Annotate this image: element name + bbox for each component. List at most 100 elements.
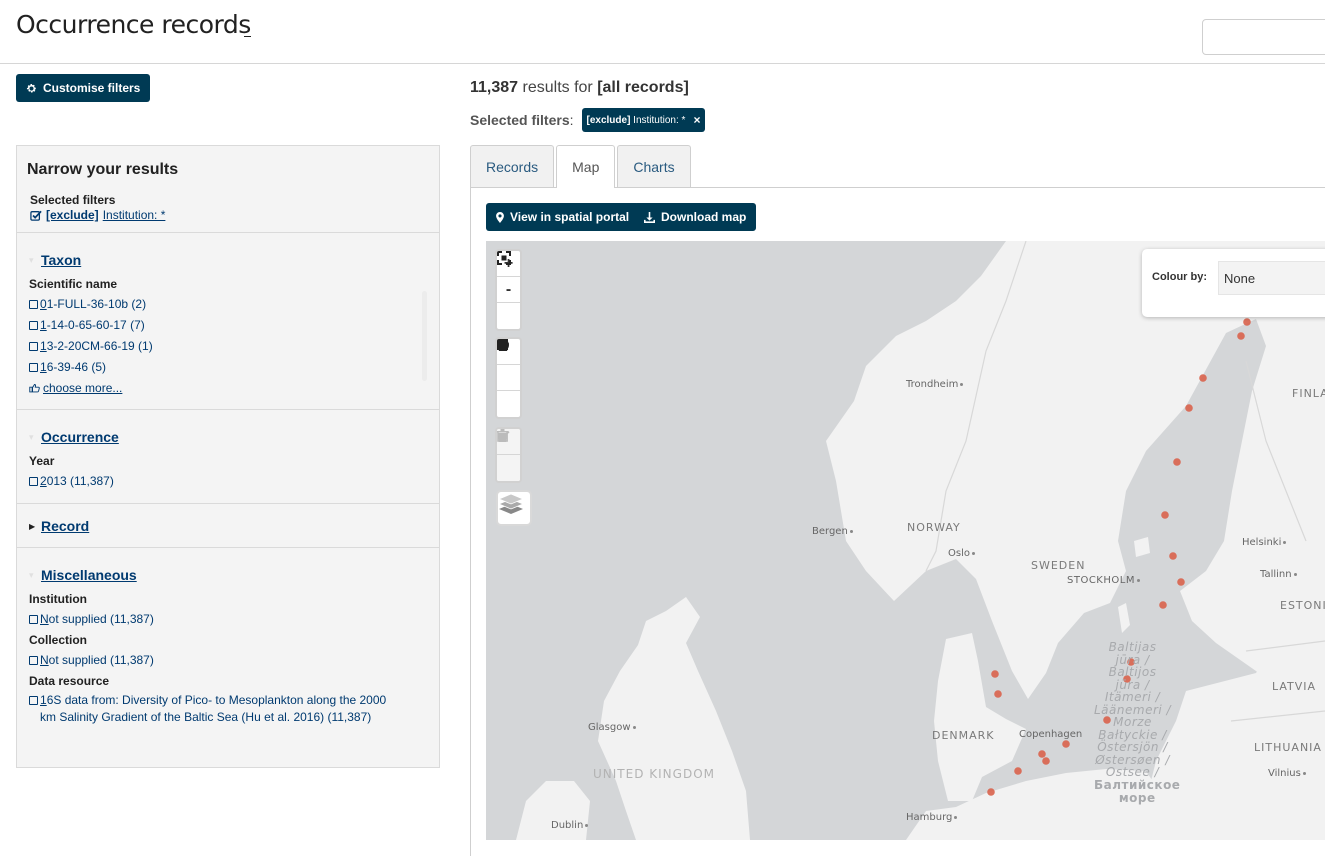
- facet-label-data-resource: Data resource: [29, 674, 110, 688]
- selected-filter-link[interactable]: [exclude] Institution: *: [30, 208, 429, 222]
- filter-chip-exclude: [exclude]: [586, 114, 631, 126]
- remove-filter-icon[interactable]: ×: [693, 113, 700, 127]
- filter-chip[interactable]: [exclude] Institution: * ×: [581, 108, 706, 132]
- draw-rectangle-button[interactable]: [497, 339, 520, 391]
- colour-by-select[interactable]: None: [1218, 261, 1325, 295]
- checkbox-icon[interactable]: [29, 615, 38, 624]
- facet-item-scientific-name[interactable]: 13-2-20CM-66-19 (1): [29, 338, 427, 355]
- results-count: 11,387: [470, 79, 519, 96]
- download-icon: [644, 211, 655, 223]
- checkbox-icon[interactable]: [29, 477, 38, 486]
- checkbox-icon[interactable]: [29, 342, 38, 351]
- occurrence-point[interactable]: [1062, 740, 1070, 748]
- facet-header-taxon[interactable]: ▾ Taxon: [29, 233, 427, 273]
- narrow-panel-title: Narrow your results: [27, 161, 179, 178]
- facet-section-miscellaneous: ▾ Miscellaneous Institution Not supplied…: [17, 548, 439, 726]
- occurrence-point[interactable]: [1161, 511, 1169, 519]
- occurrence-point[interactable]: [1185, 404, 1193, 412]
- facet-item-text: 3-2-20CM-66-19 (1): [46, 339, 153, 353]
- results-query: [all records]: [597, 79, 689, 96]
- checkbox-icon[interactable]: [29, 363, 38, 372]
- checkbox-icon[interactable]: [29, 696, 38, 705]
- results-summary: 11,387 results for [all records]: [470, 79, 689, 97]
- circle-icon: [497, 339, 509, 351]
- facet-header-occurrence[interactable]: ▾ Occurrence: [29, 410, 427, 450]
- occurrence-point[interactable]: [1173, 458, 1181, 466]
- checkbox-icon[interactable]: [29, 321, 38, 330]
- facet-header-miscellaneous[interactable]: ▾ Miscellaneous: [29, 548, 427, 588]
- delete-layers-button[interactable]: [497, 429, 520, 481]
- occurrence-point[interactable]: [1014, 767, 1022, 775]
- facet-item-scientific-name[interactable]: 16-39-46 (5): [29, 359, 427, 376]
- occurrence-point[interactable]: [991, 670, 999, 678]
- occurrence-point[interactable]: [1199, 374, 1207, 382]
- zoom-controls: + -: [495, 249, 522, 331]
- facet-section-taxon: ▾ Taxon Scientific name 01-FULL-36-10b (…: [17, 233, 439, 410]
- choose-more-link[interactable]: choose more...: [29, 381, 427, 395]
- content-left-border: [470, 187, 471, 856]
- map-label-dublin: Dublin: [551, 820, 589, 831]
- fullscreen-button[interactable]: [497, 251, 520, 329]
- occurrence-point[interactable]: [1159, 601, 1167, 609]
- map-label-baltic-sea: Baltijas jūra / Baltijos jūra / Itämeri …: [1094, 640, 1172, 779]
- view-spatial-portal-button[interactable]: View in spatial portal: [486, 203, 640, 231]
- facet-label-collection: Collection: [29, 633, 88, 647]
- facet-item-scientific-name[interactable]: 1-14-0-65-60-17 (7): [29, 317, 427, 334]
- occurrence-point[interactable]: [994, 690, 1002, 698]
- facet-item-institution[interactable]: Not supplied (11,387): [29, 611, 427, 628]
- map-label-estonia: ESTONI: [1280, 599, 1325, 612]
- occurrence-point[interactable]: [1169, 552, 1177, 560]
- map-label-oslo: Oslo: [948, 548, 975, 559]
- download-map-label: Download map: [661, 210, 747, 224]
- facet-item-initial: 1: [40, 318, 47, 332]
- layers-button[interactable]: [496, 490, 532, 526]
- tab-charts[interactable]: Charts: [617, 145, 691, 187]
- facet-item-collection[interactable]: Not supplied (11,387): [29, 652, 427, 669]
- facet-label-year: Year: [29, 454, 55, 468]
- occurrence-map[interactable]: Trondheim Bergen Oslo NORWAY SWEDEN STOC…: [486, 241, 1325, 840]
- header-divider: [0, 63, 1325, 64]
- occurrence-point[interactable]: [987, 788, 995, 796]
- map-label-hamburg: Hamburg: [906, 812, 958, 823]
- results-tabs: Records Map Charts: [470, 145, 691, 188]
- colour-by-control: Colour by: None: [1142, 249, 1325, 317]
- draw-controls: [495, 337, 522, 419]
- tab-map[interactable]: Map: [556, 145, 616, 188]
- occurrence-point[interactable]: [1042, 757, 1050, 765]
- facet-item-year[interactable]: 2013 (11,387): [29, 473, 427, 490]
- customise-filters-button[interactable]: Customise filters: [16, 74, 151, 102]
- occurrence-point[interactable]: [1177, 578, 1185, 586]
- selected-filters-title: Selected filters: [470, 112, 570, 128]
- facet-label-institution: Institution: [29, 592, 87, 606]
- zoom-out-button[interactable]: -: [497, 277, 520, 303]
- checkbox-icon[interactable]: [29, 656, 38, 665]
- checkbox-icon[interactable]: [29, 300, 38, 309]
- facet-item-initial: N: [40, 653, 49, 667]
- facet-section-record: ▶ Record: [17, 504, 439, 548]
- facet-item-text: -14-0-65-60-17 (7): [46, 318, 145, 332]
- map-label-norway: NORWAY: [907, 521, 961, 534]
- facet-scrollbar[interactable]: [422, 291, 427, 381]
- facet-header-record[interactable]: ▶ Record: [29, 504, 427, 534]
- facet-item-data-resource[interactable]: 16S data from: Diversity of Pico- to Mes…: [29, 692, 389, 726]
- filter-chip-text: Institution: *: [630, 114, 686, 126]
- facet-item-initial: 0: [40, 297, 47, 311]
- facet-title-record: Record: [41, 518, 90, 534]
- header-search-input[interactable]: [1202, 19, 1325, 55]
- occurrence-point[interactable]: [1243, 318, 1251, 326]
- map-marker-icon: [496, 211, 504, 223]
- caret-down-icon: ▾: [29, 569, 34, 580]
- map-label-lithuania: LITHUANIA: [1254, 741, 1322, 754]
- map-label-copenhagen: Copenhagen: [1019, 729, 1083, 740]
- facet-item-scientific-name[interactable]: 01-FULL-36-10b (2): [29, 296, 427, 313]
- facet-item-initial: 2: [40, 474, 47, 488]
- draw-circle-button[interactable]: [497, 339, 520, 417]
- occurrence-point[interactable]: [1237, 332, 1245, 340]
- occurrence-point[interactable]: [1038, 750, 1046, 758]
- download-map-button[interactable]: Download map: [634, 203, 757, 231]
- facet-title-taxon: Taxon: [41, 252, 82, 268]
- selected-filters-bar: Selected filters: [exclude] Institution:…: [470, 108, 706, 132]
- selected-filter-text: Institution: *: [102, 208, 166, 222]
- tab-records[interactable]: Records: [470, 145, 555, 187]
- selected-filters-label: Selected filters: [30, 193, 116, 207]
